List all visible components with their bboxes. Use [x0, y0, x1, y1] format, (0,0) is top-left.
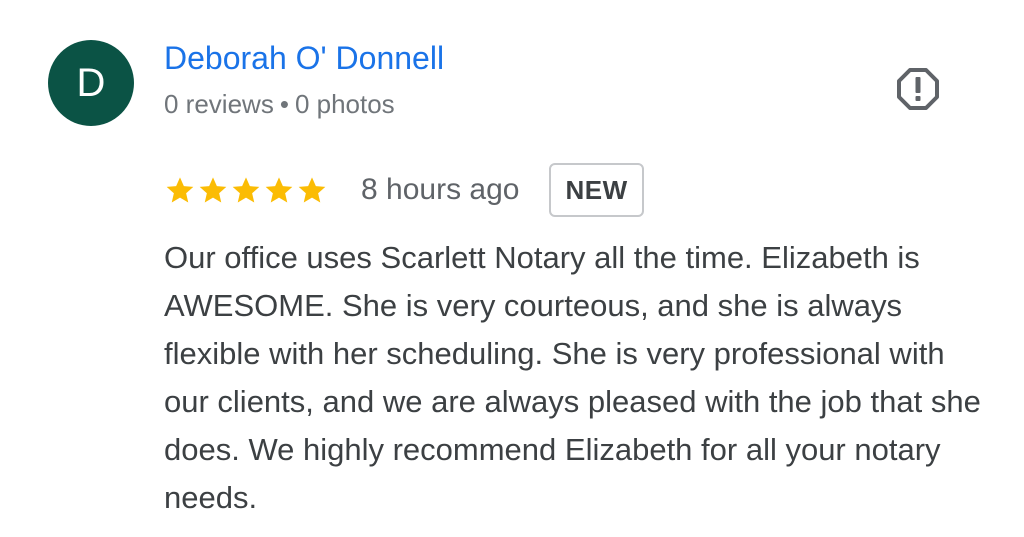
- rating-row: 8 hours ago NEW: [164, 160, 644, 220]
- star-icon: [298, 177, 326, 203]
- star-rating: [164, 174, 329, 206]
- new-badge: NEW: [549, 163, 644, 217]
- star-icon: [166, 177, 194, 203]
- star-icon: [265, 177, 293, 203]
- report-button[interactable]: [894, 65, 942, 113]
- star-icon: [232, 177, 260, 203]
- reviewer-meta: 0 reviews • 0 photos: [164, 89, 395, 120]
- review-text: Our office uses Scarlett Notary all the …: [164, 240, 981, 515]
- reviews-count: 0 reviews: [164, 89, 274, 119]
- meta-separator: •: [279, 89, 289, 119]
- photos-count: 0 photos: [294, 89, 395, 119]
- report-flag-icon: [897, 68, 939, 110]
- star-icon: [199, 177, 227, 203]
- avatar-initial: D: [76, 60, 106, 105]
- review-time: 8 hours ago: [361, 173, 520, 206]
- review-card: D Deborah O' Donnell 0 reviews • 0 photos …: [0, 0, 1024, 537]
- reviewer-name-link[interactable]: Deborah O' Donnell: [164, 40, 444, 77]
- avatar[interactable]: D: [48, 40, 134, 126]
